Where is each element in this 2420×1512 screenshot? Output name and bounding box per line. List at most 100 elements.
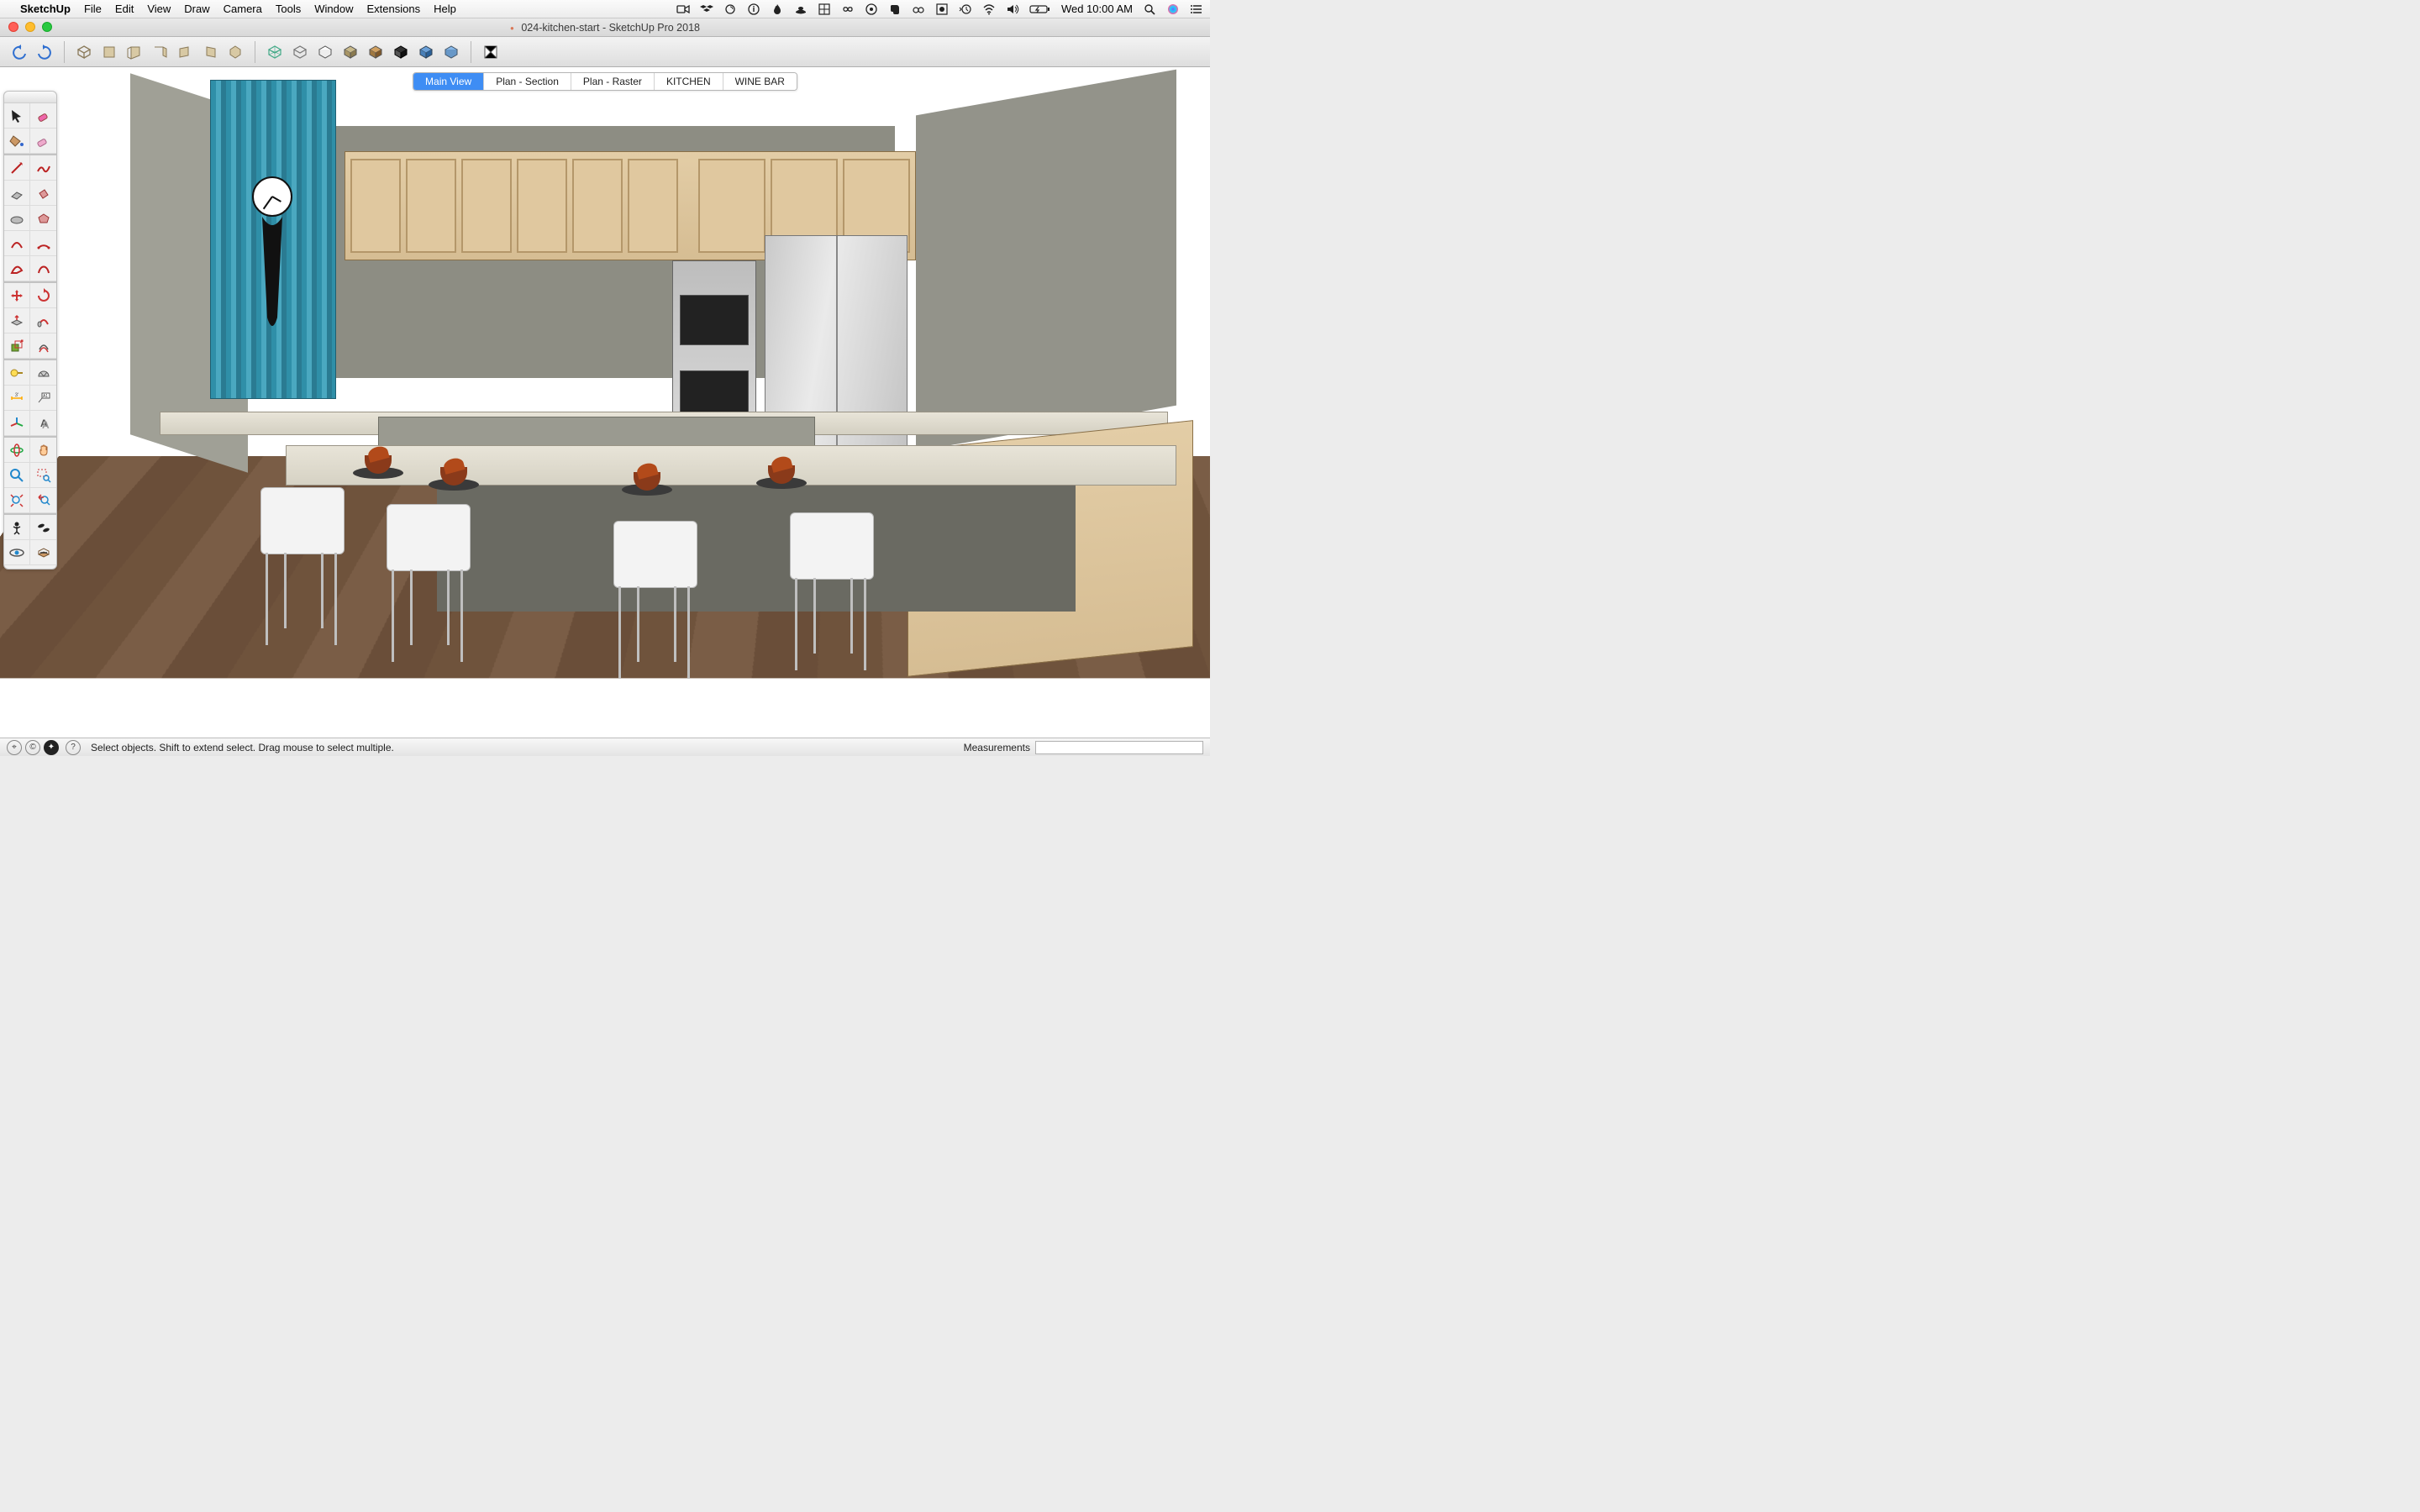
history-icon[interactable] [959, 3, 972, 16]
view-top-button[interactable] [98, 41, 120, 63]
scene-tab-kitchen[interactable]: KITCHEN [655, 73, 723, 90]
help-icon[interactable]: ? [66, 740, 81, 755]
menu-draw[interactable]: Draw [184, 3, 209, 15]
hat-icon[interactable] [794, 3, 808, 16]
orbit-tool[interactable] [4, 438, 30, 463]
axes-tool[interactable] [4, 411, 30, 436]
dimension-tool[interactable]: 3' [4, 386, 30, 411]
protractor-tool[interactable] [30, 360, 56, 386]
style-shaded-button[interactable] [339, 41, 361, 63]
wifi-icon[interactable] [982, 3, 996, 16]
polygon-tool[interactable] [30, 206, 56, 231]
view-perspective-button[interactable] [224, 41, 246, 63]
zoom-extents-tool[interactable] [4, 488, 30, 513]
menubar-clock[interactable]: Wed 10:00 AM [1061, 3, 1133, 15]
style-hidden-line-button[interactable] [314, 41, 336, 63]
text-tool[interactable]: A1 [30, 386, 56, 411]
select-tool[interactable] [4, 103, 30, 129]
view-right-button[interactable] [199, 41, 221, 63]
menu-help[interactable]: Help [434, 3, 456, 15]
dropbox-icon[interactable] [700, 3, 713, 16]
menu-window[interactable]: Window [314, 3, 353, 15]
circle-i-icon[interactable] [747, 3, 760, 16]
style-monochrome-button[interactable] [390, 41, 412, 63]
undo-button[interactable] [8, 41, 30, 63]
volume-icon[interactable] [1006, 3, 1019, 16]
zoom-window-tool[interactable] [30, 463, 56, 488]
style-extra1-button[interactable] [415, 41, 437, 63]
list-icon[interactable] [1190, 3, 1203, 16]
geolocation-icon[interactable]: ⌖ [7, 740, 22, 755]
infinity-icon[interactable] [841, 3, 855, 16]
glasses-icon[interactable] [912, 3, 925, 16]
rotated-rectangle-tool[interactable] [30, 181, 56, 206]
video-icon[interactable] [676, 3, 690, 16]
section-plane-tool[interactable] [30, 540, 56, 565]
view-left-button[interactable] [174, 41, 196, 63]
paint-bucket-tool[interactable] [4, 129, 30, 154]
app-menu[interactable]: SketchUp [20, 3, 71, 15]
offset-tool[interactable] [30, 333, 56, 359]
style-wireframe-button[interactable] [289, 41, 311, 63]
bezier-tool[interactable] [30, 256, 56, 281]
eraser-tool[interactable] [30, 103, 56, 129]
line-tool[interactable] [4, 155, 30, 181]
grid-icon[interactable] [818, 3, 831, 16]
style-xray-button[interactable] [264, 41, 286, 63]
zoom-tool[interactable] [4, 463, 30, 488]
style-textured-button[interactable] [365, 41, 387, 63]
large-tool-set[interactable]: 3' A1 AA [3, 91, 57, 570]
scene-tab-main-view[interactable]: Main View [413, 73, 484, 90]
pie-tool[interactable] [4, 256, 30, 281]
style-extra2-button[interactable] [440, 41, 462, 63]
position-camera-tool[interactable] [4, 515, 30, 540]
measurements-input[interactable] [1035, 741, 1203, 754]
circle-tool[interactable] [4, 206, 30, 231]
window-zoom-button[interactable] [42, 22, 52, 32]
window-minimize-button[interactable] [25, 22, 35, 32]
look-around-tool[interactable] [4, 540, 30, 565]
window-close-button[interactable] [8, 22, 18, 32]
scene-tab-plan-raster[interactable]: Plan - Raster [571, 73, 655, 90]
menu-view[interactable]: View [147, 3, 171, 15]
move-tool[interactable] [4, 283, 30, 308]
view-back-button[interactable] [149, 41, 171, 63]
view-front-button[interactable] [124, 41, 145, 63]
material-sampler-tool[interactable] [30, 129, 56, 154]
credits-icon[interactable]: © [25, 740, 40, 755]
rotate-tool[interactable] [30, 283, 56, 308]
pan-tool[interactable] [30, 438, 56, 463]
freehand-tool[interactable] [30, 155, 56, 181]
battery-charging-icon[interactable] [1029, 3, 1051, 16]
view-iso-button[interactable] [73, 41, 95, 63]
menu-edit[interactable]: Edit [115, 3, 134, 15]
tape-measure-tool[interactable] [4, 360, 30, 386]
siri-icon[interactable] [1166, 3, 1180, 16]
scale-tool[interactable] [4, 333, 30, 359]
redo-button[interactable] [34, 41, 55, 63]
menu-tools[interactable]: Tools [276, 3, 301, 15]
previous-view-tool[interactable] [30, 488, 56, 513]
rectangle-tool[interactable] [4, 181, 30, 206]
follow-me-tool[interactable] [30, 308, 56, 333]
push-pull-tool[interactable] [4, 308, 30, 333]
flame-icon[interactable] [771, 3, 784, 16]
3d-viewport[interactable] [0, 67, 1210, 738]
component-options-button[interactable] [480, 41, 502, 63]
scene-tab-plan-section[interactable]: Plan - Section [484, 73, 571, 90]
menu-camera[interactable]: Camera [224, 3, 262, 15]
spotlight-icon[interactable] [1143, 3, 1156, 16]
menu-extensions[interactable]: Extensions [366, 3, 420, 15]
palette-drag-handle[interactable] [4, 92, 56, 103]
two-point-arc-tool[interactable] [30, 231, 56, 256]
evernote-icon[interactable] [888, 3, 902, 16]
menu-file[interactable]: File [84, 3, 102, 15]
cloud-sync-icon[interactable] [723, 3, 737, 16]
scene-tab-wine-bar[interactable]: WINE BAR [723, 73, 797, 90]
circle-dot-icon[interactable] [865, 3, 878, 16]
3d-text-tool[interactable]: AA [30, 411, 56, 436]
walk-tool[interactable] [30, 515, 56, 540]
profile-icon[interactable]: ✦ [44, 740, 59, 755]
arc-tool[interactable] [4, 231, 30, 256]
record-icon[interactable] [935, 3, 949, 16]
